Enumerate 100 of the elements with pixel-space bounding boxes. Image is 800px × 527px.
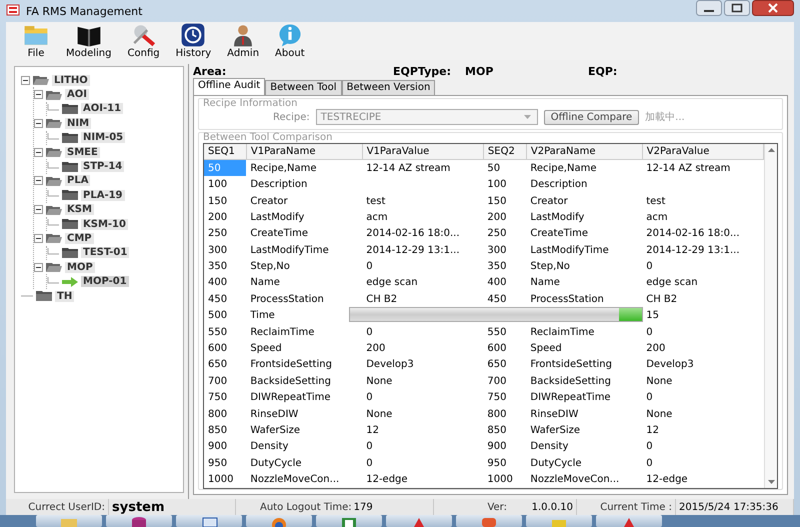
toolbar-button[interactable]: History <box>170 22 218 60</box>
table-cell-text: DutyCycle <box>249 456 303 471</box>
collapse-icon[interactable] <box>34 118 43 128</box>
scrollbar[interactable] <box>764 144 777 488</box>
table-cell-text: CH B2 <box>365 292 398 307</box>
tab[interactable]: Offline Audit <box>193 78 266 95</box>
tree-item[interactable]: TEST-01 <box>81 247 130 258</box>
table-cell-text: 800 <box>207 408 228 422</box>
tree-item[interactable]: MOP-01 <box>81 276 129 288</box>
table-cell-text: 700 <box>207 374 228 389</box>
column-header[interactable]: SEQ2 <box>483 144 526 160</box>
logout-value: 179 <box>354 502 373 512</box>
toolbar-button[interactable]: File <box>16 22 56 60</box>
tree-item[interactable]: AOI-11 <box>81 103 124 114</box>
column-header[interactable]: V1ParaName <box>246 144 362 160</box>
tab[interactable]: Between Tool <box>265 80 342 95</box>
table-cell-text: 2014-12-29 13:1... <box>645 244 741 258</box>
taskbar-button[interactable] <box>596 515 662 527</box>
dropdown-arrow-icon <box>524 115 531 119</box>
table-cell-text: ProcessStation <box>529 292 605 307</box>
toolbar-button[interactable]: Config <box>122 22 166 60</box>
table-cell-text: 0 <box>645 440 654 454</box>
collapse-icon[interactable] <box>34 176 43 186</box>
table-cell-text: 12-edge <box>645 473 689 488</box>
taskbar-button[interactable] <box>106 515 172 527</box>
toolbar-button[interactable]: Admin <box>221 22 266 60</box>
tree-item[interactable]: CMP <box>65 232 94 244</box>
open-folder-icon <box>45 232 63 244</box>
table-cell-text: 1000 <box>207 473 234 488</box>
tree-item[interactable]: MOP <box>65 262 95 273</box>
table-cell-text: 400 <box>486 276 508 290</box>
table-cell-text: Description <box>249 178 308 192</box>
collapse-icon[interactable] <box>34 234 43 243</box>
table-cell-text: 12-edge <box>365 473 409 488</box>
group-title: Between Tool Comparison <box>203 132 334 143</box>
table-cell-text: 15 <box>645 309 660 324</box>
taskbar-button[interactable] <box>456 515 522 527</box>
tree-item[interactable]: SMEE <box>65 146 100 158</box>
collapse-icon[interactable] <box>34 90 43 100</box>
table-cell-text: Name <box>529 276 561 290</box>
tree-item[interactable]: NIM <box>65 118 92 129</box>
recipe-label: Recipe: <box>273 112 310 122</box>
table-cell-text: FrontsideSetting <box>249 358 333 372</box>
table-cell-text: 600 <box>207 342 228 356</box>
table-cell-text: 150 <box>486 194 508 209</box>
table-cell-text: FrontsideSetting <box>529 358 613 372</box>
scroll-up-icon[interactable] <box>768 148 774 152</box>
open-folder-icon <box>32 74 50 86</box>
version-label: Ver: <box>487 502 507 512</box>
open-folder-icon <box>45 174 63 187</box>
scroll-down-icon[interactable] <box>768 480 774 484</box>
collapse-icon[interactable] <box>34 205 43 214</box>
window-title: FA RMS Management <box>26 4 142 18</box>
minimize-icon[interactable] <box>696 0 722 16</box>
column-header[interactable]: V2ParaName <box>526 144 642 160</box>
table-cell-text: RinseDIW <box>249 408 300 422</box>
tree-item[interactable]: TH <box>55 290 74 302</box>
taskbar-button[interactable] <box>386 515 452 527</box>
collapse-icon[interactable] <box>34 262 43 272</box>
table-cell-text: Develop3 <box>365 358 415 372</box>
tree-item[interactable]: PLA-19 <box>81 190 125 201</box>
table-cell-text: 12 <box>365 424 380 438</box>
logout-label: Auto Logout Time: <box>260 502 352 512</box>
table-cell-text: LastModify <box>529 210 586 225</box>
table-cell-text: 750 <box>207 391 228 406</box>
table-cell-text: CreateTime <box>249 227 310 242</box>
column-header[interactable]: SEQ1 <box>204 144 246 160</box>
tree-item[interactable]: KSM-10 <box>81 218 128 230</box>
tree-item[interactable]: NIM-05 <box>81 132 126 144</box>
tree-item[interactable]: PLA <box>65 175 90 186</box>
column-header[interactable]: V1ParaValue <box>362 144 484 160</box>
app-logo-icon <box>6 4 20 16</box>
table-cell-text: 650 <box>207 358 228 372</box>
table-cell-text: test <box>645 194 666 209</box>
collapse-icon[interactable] <box>21 76 30 85</box>
tree-item[interactable]: STP-14 <box>81 161 124 172</box>
tree-item[interactable]: LITHO <box>52 74 90 86</box>
taskbar-button[interactable] <box>176 515 242 527</box>
toolbar-button[interactable]: About <box>269 22 311 60</box>
toolbar-button[interactable]: Modeling <box>60 22 118 60</box>
column-header[interactable]: V2ParaValue <box>642 144 764 160</box>
collapse-icon[interactable] <box>34 148 43 157</box>
table-cell-text: WaferSize <box>249 424 302 438</box>
table-cell-text: 200 <box>207 210 228 225</box>
table-cell-text: 950 <box>486 456 508 471</box>
table-cell-text: 0 <box>365 391 374 406</box>
table-cell: Recipe,Name <box>526 160 642 176</box>
table-cell-text: Speed <box>249 342 283 356</box>
table-cell-text: Step,No <box>529 260 571 274</box>
table-cell-text: 100 <box>207 178 228 192</box>
table-cell-text: 550 <box>486 326 508 340</box>
user-id-label: Currect UserID: <box>28 502 105 512</box>
maximize-icon[interactable] <box>724 0 750 16</box>
close-icon[interactable] <box>752 0 794 16</box>
tree-item[interactable]: KSM <box>65 204 94 216</box>
tab[interactable]: Between Version <box>342 80 436 95</box>
taskbar-button[interactable] <box>246 515 312 527</box>
taskbar-button[interactable] <box>316 515 382 527</box>
table-cell-text: 850 <box>486 424 508 438</box>
tree-item[interactable]: AOI <box>65 89 89 100</box>
